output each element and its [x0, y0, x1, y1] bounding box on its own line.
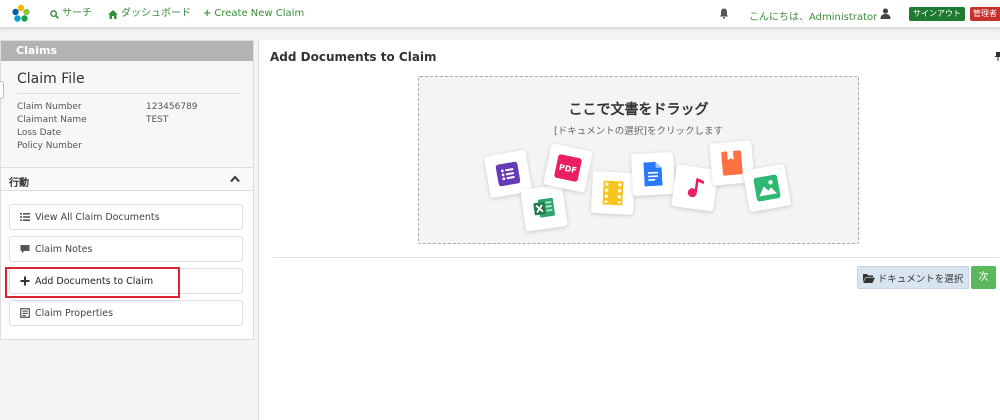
nav-create-claim-link[interactable]: + Create New Claim — [203, 8, 304, 20]
image-icon — [753, 174, 781, 202]
action-label: Claim Properties — [35, 307, 114, 319]
app-logo[interactable] — [11, 4, 31, 24]
admin-button[interactable]: 管理者 — [970, 7, 1000, 21]
dropzone-subtitle: [ドキュメントの選択]をクリックします — [554, 126, 723, 137]
action-claim-notes[interactable]: Claim Notes — [9, 236, 243, 262]
top-navbar: サーチ ダッシュボード + Create New Claim こんにちは、Adm… — [0, 0, 1000, 28]
properties-icon — [20, 308, 30, 318]
divider — [17, 93, 241, 94]
sidebar-header: Claims — [1, 41, 253, 61]
music-icon — [687, 178, 705, 198]
policy-number-label: Policy Number — [17, 141, 82, 151]
plus-icon: + — [203, 8, 212, 19]
action-view-all-documents[interactable]: View All Claim Documents — [9, 204, 243, 230]
claim-number-value: 123456789 — [146, 102, 198, 112]
nav-dashboard-label: ダッシュボード — [121, 8, 191, 19]
claim-file-title: Claim File — [17, 71, 85, 87]
list-icon — [20, 213, 30, 221]
excel-icon — [533, 197, 556, 218]
bell-icon[interactable] — [719, 8, 729, 19]
actions-title: 行動 — [9, 178, 29, 189]
doc-card — [590, 170, 636, 216]
claimant-name-label: Claimant Name — [17, 115, 87, 125]
doc-card — [630, 151, 676, 197]
highlight-annotation-box — [5, 267, 180, 298]
nav-search-label: サーチ — [62, 8, 92, 19]
doc-card: PDF — [543, 143, 593, 193]
user-greeting: こんにちは、Administrator — [749, 12, 878, 23]
pdf-icon: PDF — [554, 154, 582, 182]
folder-open-icon — [862, 273, 875, 283]
main-panel: Add Documents to Claim ここで文書をドラッグ [ドキュメン… — [258, 40, 1000, 420]
nav-create-label: Create New Claim — [214, 8, 305, 19]
book-icon — [721, 150, 743, 176]
search-icon — [50, 9, 59, 19]
dropzone-title: ここで文書をドラッグ — [568, 102, 709, 118]
loss-date-label: Loss Date — [17, 128, 62, 138]
claimant-name-value: TEST — [146, 115, 169, 125]
action-label: Claim Notes — [35, 243, 93, 255]
user-icon[interactable] — [880, 8, 891, 19]
collapse-tab-handle[interactable] — [0, 81, 4, 99]
forms-icon — [495, 161, 521, 187]
docs-icon — [643, 161, 663, 187]
video-icon — [602, 180, 624, 206]
actions-section-header[interactable]: 行動 — [1, 167, 253, 191]
doc-card — [742, 163, 792, 213]
page-title: Add Documents to Claim — [270, 50, 437, 64]
claim-number-label: Claim Number — [17, 102, 82, 112]
file-dropzone[interactable]: ここで文書をドラッグ [ドキュメントの選択]をクリックします PDF — [418, 76, 859, 244]
chevron-up-icon[interactable] — [230, 175, 240, 183]
select-documents-label: ドキュメントを選択 — [877, 273, 964, 285]
home-icon — [108, 9, 118, 19]
action-label: View All Claim Documents — [35, 211, 160, 223]
next-button[interactable]: 次 — [971, 266, 996, 289]
signout-button[interactable]: サインアウト — [909, 7, 965, 21]
action-claim-properties[interactable]: Claim Properties — [9, 300, 243, 326]
nav-search-link[interactable]: サーチ — [50, 8, 92, 20]
comment-icon — [20, 245, 30, 254]
doc-card — [520, 184, 568, 232]
select-documents-button[interactable]: ドキュメントを選択 — [857, 266, 969, 289]
nav-dashboard-link[interactable]: ダッシュボード — [108, 8, 191, 20]
pin-icon[interactable] — [995, 52, 1000, 61]
divider — [273, 257, 999, 258]
